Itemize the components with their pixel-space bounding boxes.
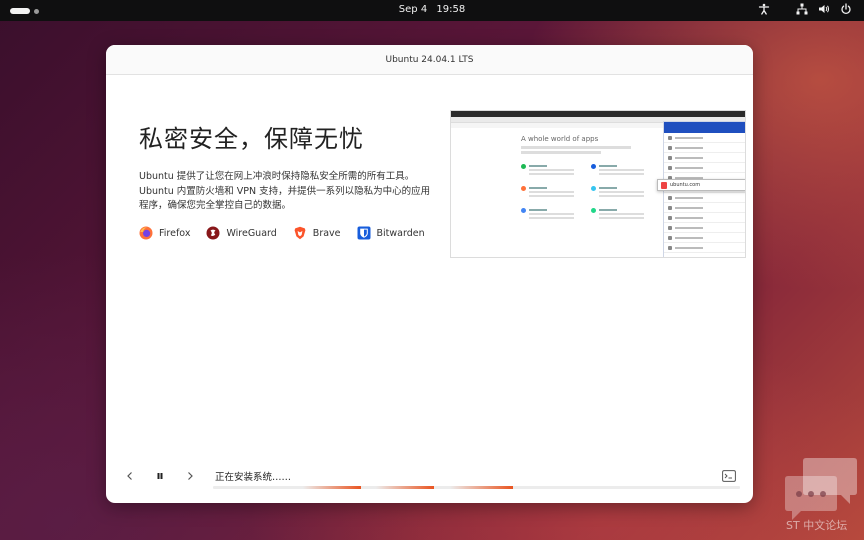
pause-icon [157,473,163,479]
preview-text-line [521,151,601,154]
privacy-apps-list: Firefox WireGuard Brave Bitwarden [139,226,425,240]
progress-segment [450,486,514,489]
app-label: Brave [312,227,341,239]
app-label: Bitwarden [376,227,425,239]
brave-icon [294,226,306,240]
accessibility-icon[interactable] [758,3,770,15]
volume-icon[interactable] [818,3,830,15]
slide-headline: 私密安全，保障无忧 [139,125,364,153]
preview-app-item [521,207,591,219]
chevron-left-icon [127,472,132,480]
preview-popup: ubuntu.com [657,179,745,191]
firefox-icon [139,226,153,240]
preview-app-item [591,185,661,197]
app-bitwarden: Bitwarden [357,226,425,240]
pause-slideshow-button[interactable] [152,468,168,484]
installer-window: Ubuntu 24.04.1 LTS 私密安全，保障无忧 Ubuntu 提供了让… [106,45,753,503]
power-icon[interactable] [840,3,852,15]
progress-segment [302,486,361,489]
clock-time: 19:58 [436,4,466,15]
bitwarden-icon [357,226,371,240]
install-progress-bar [213,486,740,489]
progress-segment [376,486,435,489]
app-label: WireGuard [226,227,277,239]
system-tray[interactable] [758,3,852,15]
watermark-text: ST 中文论坛 [786,519,848,532]
preview-app-item [591,163,661,175]
terminal-log-button[interactable] [722,467,736,482]
slide-preview-image: A whole world of apps ubuntu.com [450,110,746,258]
network-icon[interactable] [796,3,808,15]
chevron-right-icon [188,472,193,480]
install-status: 正在安装系统…… [215,472,292,483]
description-line-1: Ubuntu 提供了让您在网上冲浪时保持隐私安全所需的所有工具。 [139,171,415,182]
slide-description: Ubuntu 提供了让您在网上冲浪时保持隐私安全所需的所有工具。 Ubuntu … [139,170,439,214]
preview-app-item [521,163,591,175]
preview-app-item [521,185,591,197]
window-titlebar[interactable]: Ubuntu 24.04.1 LTS [106,45,753,75]
wireguard-icon [206,226,220,240]
clock-date: Sep 4 [398,4,428,15]
terminal-icon [722,470,736,482]
preview-app-item [591,207,661,219]
app-wireguard: WireGuard [206,226,277,240]
preview-app-grid [521,163,661,219]
previous-slide-button[interactable] [122,468,138,484]
clock[interactable]: Sep 4 19:58 [0,4,864,15]
window-title: Ubuntu 24.04.1 LTS [385,54,474,65]
preview-heading: A whole world of apps [521,135,599,143]
next-slide-button[interactable] [182,468,198,484]
preview-page-content: A whole world of apps [521,135,661,154]
description-line-2: Ubuntu 内置防火墙和 VPN 支持，并提供一系列以隐私为中心的应用程序，确… [139,185,431,212]
app-firefox: Firefox [139,226,190,240]
top-bar: Sep 4 19:58 [0,0,864,21]
preview-text-line [521,146,631,149]
app-label: Firefox [159,227,191,239]
app-brave: Brave [293,226,341,240]
